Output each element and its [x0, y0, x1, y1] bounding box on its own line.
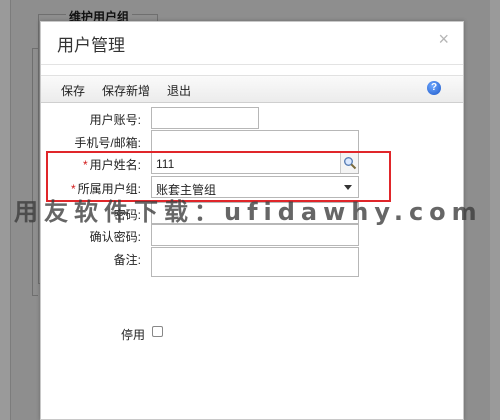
user-management-dialog: 用户管理 × 保存 保存新增 退出 ? 用户账号: 手机号/邮箱: * 用户姓名:…: [40, 21, 464, 420]
help-icon[interactable]: ?: [427, 81, 441, 95]
password-input[interactable]: [151, 202, 359, 224]
confirm-password-row: 确认密码:: [41, 224, 463, 248]
password-label: 密码:: [113, 208, 141, 222]
account-input[interactable]: [151, 107, 259, 129]
close-icon[interactable]: ×: [438, 29, 449, 50]
dialog-title: 用户管理: [57, 36, 125, 55]
account-row: 用户账号:: [41, 107, 463, 131]
phone-email-label: 手机号/邮箱:: [74, 136, 141, 150]
note-row: 备注:: [41, 247, 463, 277]
save-button[interactable]: 保存: [61, 82, 85, 99]
background-inner-frame: [32, 48, 38, 296]
exit-button[interactable]: 退出: [167, 82, 191, 99]
password-row: 密码:: [41, 202, 463, 226]
phone-email-input[interactable]: [151, 130, 359, 152]
header-divider: [41, 64, 463, 65]
toolbar: 保存 保存新增 退出 ?: [41, 75, 463, 103]
disabled-checkbox[interactable]: [152, 326, 163, 337]
disabled-label: 停用: [120, 328, 145, 342]
save-and-new-button[interactable]: 保存新增: [102, 82, 150, 99]
account-label: 用户账号:: [89, 113, 141, 127]
confirm-password-label: 确认密码:: [89, 230, 141, 244]
dialog-header: 用户管理 ×: [41, 22, 463, 62]
note-textarea[interactable]: [151, 247, 359, 277]
highlight-annotation-box: [46, 151, 391, 202]
confirm-password-input[interactable]: [151, 224, 359, 246]
disabled-row: 停用: [41, 322, 463, 346]
note-label: 备注:: [113, 253, 141, 267]
